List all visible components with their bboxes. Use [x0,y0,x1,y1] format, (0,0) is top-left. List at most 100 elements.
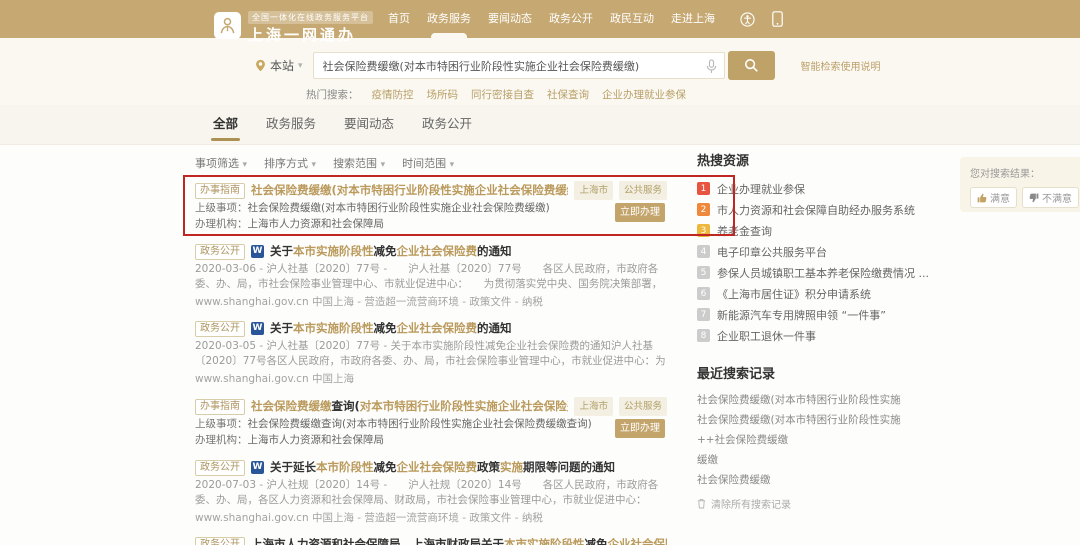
filter-3[interactable]: 时间范围 ▾ [402,155,454,171]
search-scope-label: 本站 [270,57,294,74]
tab-0[interactable]: 全部 [213,105,238,145]
result-field: 上级事项：社会保险费缓缴(对本市特困行业阶段性实施企业社会保险费缓缴) [195,200,667,216]
rank-badge: 2 [697,203,710,216]
hot-resource-item-5[interactable]: 6《上海市居住证》积分申请系统 [697,283,962,304]
feedback-dislike-button[interactable]: 不满意 [1022,187,1079,208]
result-snippet: 2020-03-05 - 沪人社基〔2020〕77号 - 关于本市实施阶段性减免… [195,339,667,369]
result-badge: 公共服务 [619,397,667,416]
rank-badge: 3 [697,224,710,237]
clear-search-history[interactable]: 清除所有搜索记录 [697,496,962,511]
result-title-link[interactable]: 上海市人力资源和社会保障局、上海市财政局关于本市实施阶段性减免企业社会保险费的.… [251,536,667,545]
recent-search-item-4[interactable]: 社会保险费缓缴 [697,470,962,490]
header: 全国一体化在线政务服务平台 上海一网通办 首页政务服务要闻动态政务公开政民互动走… [0,0,1080,38]
filter-0[interactable]: 事项筛选 ▾ [195,155,247,171]
hot-term-3[interactable]: 社保查询 [547,87,589,102]
microphone-icon[interactable] [706,59,717,78]
tab-1[interactable]: 政务服务 [266,105,316,145]
filter-1[interactable]: 排序方式 ▾ [264,155,316,171]
result-tabs-band: 全部政务服务要闻动态政务公开 [0,105,1080,145]
logo-person-icon [214,12,241,39]
recent-search-item-1[interactable]: 社会保险费缓缴(对本市特困行业阶段性实施 [697,410,962,430]
search-button[interactable] [728,51,775,80]
chevron-down-icon: ▾ [450,160,455,170]
tab-3[interactable]: 政务公开 [422,105,472,145]
result-item-5: 政务公开上海市人力资源和社会保障局、上海市财政局关于本市实施阶段性减免企业社会保… [195,536,667,545]
header-nav: 首页政务服务要闻动态政务公开政民互动走进上海 [388,0,715,38]
filter-2[interactable]: 搜索范围 ▾ [333,155,385,171]
result-url: www.shanghai.gov.cn 中国上海 - 营造超一流营商环境 - 政… [195,294,667,309]
rank-badge: 6 [697,287,710,300]
result-url: www.shanghai.gov.cn 中国上海 - 营造超一流营商环境 - 政… [195,510,667,525]
result-type-tag: 政务公开 [195,321,245,337]
hot-resource-item-4[interactable]: 5参保人员城镇职工基本养老保险缴费情况 ... [697,262,962,283]
result-title-link[interactable]: 关于本市实施阶段性减免企业社会保险费的通知 [270,320,512,337]
hot-resources-list: 1企业办理就业参保2市人力资源和社会保障自助经办服务系统3养老金查询4电子印章公… [697,178,962,346]
word-doc-icon: W [251,461,264,474]
result-badge: 上海市 [574,397,613,416]
hot-search-row: 热门搜索： 疫情防控场所码同行密接自查社保查询企业办理就业参保 [0,87,1080,102]
nav-item-4[interactable]: 政民互动 [610,0,654,38]
hot-terms: 疫情防控场所码同行密接自查社保查询企业办理就业参保 [372,87,687,102]
hot-resource-item-7[interactable]: 8企业职工退休一件事 [697,325,962,346]
content: 事项筛选 ▾排序方式 ▾搜索范围 ▾时间范围 ▾ 办事指南社会保险费缓缴(对本市… [0,145,1080,545]
hot-resource-item-0[interactable]: 1企业办理就业参保 [697,178,962,199]
hot-term-2[interactable]: 同行密接自查 [471,87,534,102]
results-list: 办事指南社会保险费缓缴(对本市特困行业阶段性实施企业社会保险费缓缴)上海市公共服… [195,181,667,545]
result-title-link[interactable]: 社会保险费缓缴查询(对本市特困行业阶段性实施企业社会保险费缓缴... [251,398,568,415]
result-field: 办理机构：上海市人力资源和社会保障局 [195,216,667,232]
rank-badge: 1 [697,182,710,195]
recent-search-item-0[interactable]: 社会保险费缓缴(对本市特困行业阶段性实施 [697,390,962,410]
result-title-link[interactable]: 关于本市实施阶段性减免企业社会保险费的通知 [270,243,512,260]
hot-resource-item-1[interactable]: 2市人力资源和社会保障自助经办服务系统 [697,199,962,220]
result-item-2: 政务公开 W 关于本市实施阶段性减免企业社会保险费的通知 2020-03-05 - 沪… [195,320,667,386]
chevron-down-icon: ▾ [312,160,317,170]
hot-resource-item-2[interactable]: 3养老金查询 [697,220,962,241]
mobile-icon[interactable] [772,11,783,27]
recent-search-item-3[interactable]: 缓缴 [697,450,962,470]
result-item-1: 政务公开W关于本市实施阶段性减免企业社会保险费的通知2020-03-06 - 沪… [195,243,667,309]
site-logo[interactable]: 全国一体化在线政务服务平台 上海一网通办 [214,5,373,45]
rank-badge: 7 [697,308,710,321]
smart-search-help-link[interactable]: 智能检索使用说明 [801,58,881,73]
result-field: 办理机构：上海市人力资源和社会保障局 [195,432,667,448]
hot-resources-title: 热搜资源 [697,150,962,169]
result-title-link[interactable]: 社会保险费缓缴(对本市特困行业阶段性实施企业社会保险费缓缴) [251,182,568,199]
platform-badge: 全国一体化在线政务服务平台 [248,11,373,24]
recent-searches-list: 社会保险费缓缴(对本市特困行业阶段性实施社会保险费缓缴(对本市特困行业阶段性实施… [697,390,962,490]
hot-resource-item-6[interactable]: 7新能源汽车专用牌照申领 “一件事” [697,304,962,325]
thumb-up-icon [977,193,987,203]
chevron-down-icon: ▾ [381,160,386,170]
recent-search-item-2[interactable]: ++社会保险费缓缴 [697,430,962,450]
result-item-0: 办事指南社会保险费缓缴(对本市特困行业阶段性实施企业社会保险费缓缴)上海市公共服… [195,181,667,232]
hot-term-1[interactable]: 场所码 [427,87,459,102]
feedback-panel: 您对搜索结果： 满意 不满意 [960,157,1080,212]
hot-term-0[interactable]: 疫情防控 [372,87,414,102]
result-type-tag: 政务公开 [195,537,245,545]
tab-2[interactable]: 要闻动态 [344,105,394,145]
hot-search-label: 热门搜索： [306,87,359,102]
search-scope-selector[interactable]: 本站 ▾ [255,57,303,74]
nav-item-2[interactable]: 要闻动态 [488,0,532,38]
hot-resource-item-3[interactable]: 4电子印章公共服务平台 [697,241,962,262]
result-url: www.shanghai.gov.cn 中国上海 [195,371,667,386]
result-title-link[interactable]: 关于延长本市阶段性减免企业社会保险费政策实施期限等问题的通知 [270,459,615,476]
nav-item-0[interactable]: 首页 [388,0,410,38]
action-button[interactable]: 立即办理 [615,203,665,222]
nav-item-3[interactable]: 政务公开 [549,0,593,38]
nav-item-5[interactable]: 走进上海 [671,0,715,38]
result-badge: 上海市 [574,181,613,200]
action-button[interactable]: 立即办理 [615,419,665,438]
rank-badge: 5 [697,266,710,279]
result-field: 上级事项：社会保险费缓缴查询(对本市特困行业阶段性实施企业社会保险费缓缴查询) [195,416,667,432]
result-badge: 公共服务 [619,181,667,200]
word-doc-icon: W [251,322,264,335]
accessibility-icon[interactable] [740,12,755,27]
nav-item-1[interactable]: 政务服务 [427,0,471,38]
search-icon [744,58,759,73]
trash-icon [697,498,706,509]
feedback-like-button[interactable]: 满意 [970,187,1017,208]
search-input[interactable] [314,59,724,72]
hot-term-4[interactable]: 企业办理就业参保 [602,87,686,102]
chevron-down-icon: ▾ [298,61,303,71]
recent-searches-title: 最近搜索记录 [697,363,962,382]
